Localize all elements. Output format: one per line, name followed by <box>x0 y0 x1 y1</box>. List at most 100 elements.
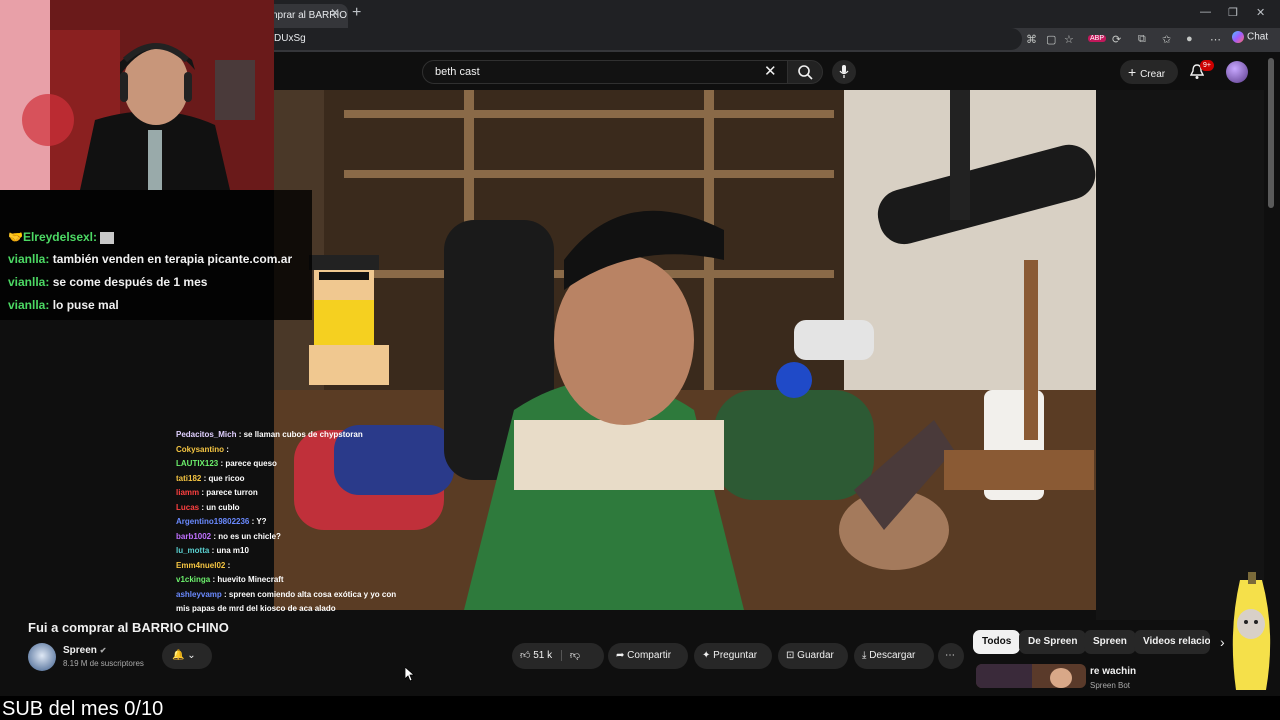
like-dislike-group: 👍︎ 51 k 👎︎ <box>512 643 604 669</box>
channel-avatar[interactable] <box>28 643 56 671</box>
restore-icon[interactable]: ❐ <box>1228 6 1238 19</box>
chat-username: v1ckinga <box>176 575 211 584</box>
share-button[interactable]: ➦ Compartir <box>608 643 688 669</box>
video-chat-line: v1ckinga : huevito Minecraft <box>176 573 416 588</box>
extensions-icon[interactable]: ⧉ <box>1138 33 1146 46</box>
page-scrollbar[interactable] <box>1268 58 1274 208</box>
like-count: 51 k <box>533 650 553 661</box>
video-chat-line: tati182 : que ricoo <box>176 472 416 487</box>
video-chat-line: Pedacitos_Mich : se llaman cubos de chyp… <box>176 428 416 443</box>
copilot-chat-button[interactable]: Chat <box>1232 31 1268 43</box>
chat-text: : Y? <box>249 517 267 526</box>
chat-username: vianlla: <box>8 252 50 266</box>
streamer-webcam <box>0 0 274 190</box>
video-chat-overlay: Pedacitos_Mich : se llaman cubos de chyp… <box>176 428 416 617</box>
adblock-icon[interactable]: ABP <box>1088 35 1107 42</box>
tab-close-icon[interactable]: ✕ <box>330 6 340 20</box>
bell-icon: 🔔 <box>172 650 185 661</box>
chevron-down-icon: ⌄ <box>187 650 196 661</box>
more-horizontal-icon: ⋯ <box>945 650 955 661</box>
chat-label: Chat <box>1247 31 1269 43</box>
more-actions-button[interactable]: ⋯ <box>938 643 964 669</box>
favorites-icon[interactable]: ✩ <box>1162 33 1171 46</box>
mouse-cursor-icon <box>405 667 415 682</box>
chat-message: vianlla: también venden en terapia pican… <box>8 252 292 266</box>
chat-username: ashleyvamp <box>176 589 222 599</box>
create-button[interactable]: + Crear <box>1120 60 1178 84</box>
video-chat-line: LAUTIX123 : parece queso <box>176 457 416 472</box>
more-icon[interactable]: ⋯ <box>1210 33 1221 46</box>
video-chat-line: liamm : parece turron <box>176 486 416 501</box>
recommended-channel: Spreen Bot <box>1090 681 1131 690</box>
recommended-thumbnail[interactable] <box>976 664 1086 688</box>
chat-text: : <box>224 444 229 454</box>
chip-todos[interactable]: Todos <box>973 630 1021 654</box>
download-button[interactable]: ⤓ Descargar <box>854 643 934 669</box>
chat-username: Emm4nuel02 <box>176 560 226 570</box>
channel-name[interactable]: Spreen ✔ <box>63 645 106 656</box>
chat-username: vianlla: <box>8 298 50 312</box>
verified-icon: ✔ <box>99 646 107 655</box>
star-icon[interactable]: ☆ <box>1064 33 1074 46</box>
chip-spreen[interactable]: Spreen <box>1084 630 1136 654</box>
channel-name-text: Spreen <box>63 645 97 656</box>
search-button[interactable] <box>787 60 823 84</box>
account-avatar[interactable] <box>1226 61 1248 83</box>
url-text: DUxSg <box>274 33 306 44</box>
video-chat-line: Emm4nuel02 : <box>176 559 416 574</box>
voice-search-button[interactable] <box>832 60 856 84</box>
chat-username: vianlla: <box>8 275 50 289</box>
chat-text: se come después de 1 mes <box>52 275 208 289</box>
recommended-title[interactable]: re wachin <box>1090 666 1136 677</box>
clear-search-icon[interactable]: ✕ <box>764 62 777 80</box>
chat-text: : <box>225 560 231 570</box>
ask-button[interactable]: ✦ Preguntar <box>694 643 772 669</box>
chat-text: lo puse mal <box>52 298 119 312</box>
chat-username: Cokysantino <box>176 444 225 454</box>
video-chat-line: Lucas : un cublo <box>176 501 416 516</box>
ask-label: Preguntar <box>713 650 758 661</box>
refresh-ext-icon[interactable]: ⟳ <box>1112 33 1121 46</box>
chat-message: 🤝Elreydelsexl: <box>8 230 115 244</box>
sub-goal-text: SUB del mes 0/10 <box>2 698 164 720</box>
create-label: Crear <box>1140 69 1166 80</box>
chat-text: : huevito Minecraft <box>210 575 284 584</box>
translate-icon[interactable]: ⌘ <box>1026 33 1037 46</box>
chat-message: vianlla: se come después de 1 mes <box>8 275 207 289</box>
like-button[interactable]: 👍︎ 51 k <box>520 650 552 661</box>
close-window-icon[interactable]: ✕ <box>1256 6 1265 19</box>
video-title: Fui a comprar al BARRIO CHINO <box>28 620 229 635</box>
chat-username: lu_motta <box>176 546 210 555</box>
thumbs-up-icon: 👍︎ <box>520 650 531 661</box>
webcam-image <box>0 0 274 190</box>
download-label: Descargar <box>869 650 916 661</box>
search-icon <box>798 65 813 80</box>
chip-de-spreen[interactable]: De Spreen <box>1019 630 1087 654</box>
search-input[interactable]: beth cast <box>422 60 788 84</box>
plus-icon: + <box>1128 64 1141 80</box>
video-chat-line: Argentino19802236 : Y? <box>176 515 416 530</box>
profile-icon[interactable]: ● <box>1186 33 1193 45</box>
save-button[interactable]: ⊡ Guardar <box>778 643 848 669</box>
chat-text: : un cublo <box>199 502 240 512</box>
video-chat-line: Cokysantino : <box>176 443 416 458</box>
video-chat-line: mis papas de mrd del kiosco de aca alado <box>176 602 416 617</box>
url-field[interactable]: DUxSg <box>262 28 1022 50</box>
subscriber-count: 8.19 M de suscriptores <box>63 659 144 668</box>
mic-icon <box>839 65 849 78</box>
reader-icon[interactable]: ▢ <box>1046 33 1056 46</box>
subscribed-bell-button[interactable]: 🔔 ⌄ <box>162 643 212 669</box>
chat-username: Elreydelsexl: <box>22 230 97 244</box>
copilot-icon <box>1232 31 1244 43</box>
download-icon: ⤓ <box>862 650 867 661</box>
dislike-button[interactable]: 👎︎ <box>560 650 581 661</box>
chat-username: Lucas <box>176 502 200 512</box>
chat-text: : se llaman cubos de chypstoran <box>236 430 363 439</box>
new-tab-icon[interactable]: + <box>352 4 361 22</box>
minimize-icon[interactable]: — <box>1200 6 1211 18</box>
chip-videos-relacionados[interactable]: Videos relacio <box>1134 630 1210 654</box>
right-sidebar-bg <box>1096 90 1264 620</box>
thumbs-down-icon: 👎︎ <box>569 650 581 661</box>
notifications-badge: 9+ <box>1200 60 1214 71</box>
chat-text: : una m10 <box>209 546 249 555</box>
